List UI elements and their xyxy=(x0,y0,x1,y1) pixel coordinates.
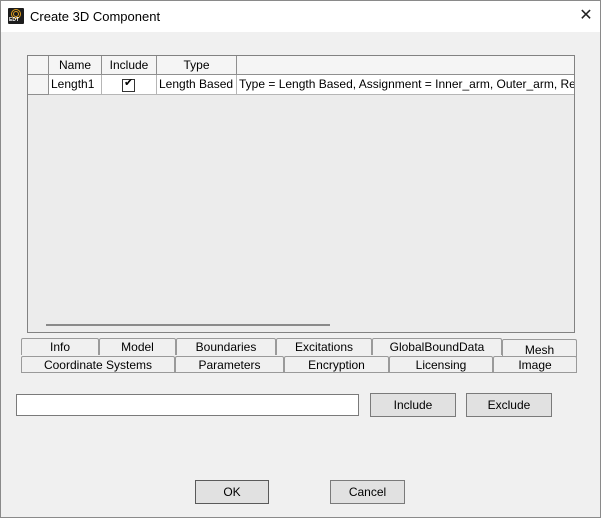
tab-mesh[interactable]: Mesh xyxy=(502,339,577,357)
exclude-button[interactable]: Exclude xyxy=(466,393,552,417)
title-bar: EDT Create 3D Component ✕ xyxy=(1,1,600,32)
tab-boundaries[interactable]: Boundaries xyxy=(176,338,276,355)
cell-type[interactable]: Length Based xyxy=(157,75,237,95)
tab-model[interactable]: Model xyxy=(99,338,176,355)
tab-coordinate-systems[interactable]: Coordinate Systems xyxy=(21,356,175,373)
cell-details[interactable]: Type = Length Based, Assignment = Inner_… xyxy=(237,75,574,95)
component-grid: Name Include Type Length1 ✔ Length Based… xyxy=(27,55,575,333)
tab-encryption[interactable]: Encryption xyxy=(284,356,389,373)
ok-button[interactable]: OK xyxy=(195,480,269,504)
check-icon: ✔ xyxy=(124,77,134,89)
column-header-type[interactable]: Type xyxy=(157,56,237,75)
column-header-include[interactable]: Include xyxy=(102,56,157,75)
tab-excitations[interactable]: Excitations xyxy=(276,338,372,355)
window-title: Create 3D Component xyxy=(30,9,161,24)
filter-input[interactable] xyxy=(16,394,359,416)
cell-include[interactable]: ✔ xyxy=(102,75,157,95)
app-logo-icon: EDT xyxy=(8,8,24,24)
column-header-name[interactable]: Name xyxy=(49,56,102,75)
tab-image[interactable]: Image xyxy=(493,356,577,373)
include-button[interactable]: Include xyxy=(370,393,456,417)
tab-info[interactable]: Info xyxy=(21,338,99,355)
cancel-button[interactable]: Cancel xyxy=(330,480,405,504)
dialog-window: EDT Create 3D Component ✕ Name Include T… xyxy=(0,0,601,518)
tab-globalbounddata[interactable]: GlobalBoundData xyxy=(372,338,502,355)
include-checkbox[interactable]: ✔ xyxy=(122,77,135,92)
grid-corner xyxy=(28,56,49,75)
tab-licensing[interactable]: Licensing xyxy=(389,356,493,373)
horizontal-scrollbar[interactable] xyxy=(46,324,330,326)
close-icon[interactable]: ✕ xyxy=(573,5,599,27)
tab-parameters[interactable]: Parameters xyxy=(175,356,284,373)
cell-name[interactable]: Length1 xyxy=(49,75,102,95)
column-header-details[interactable] xyxy=(237,56,574,75)
row-header[interactable] xyxy=(28,75,49,95)
